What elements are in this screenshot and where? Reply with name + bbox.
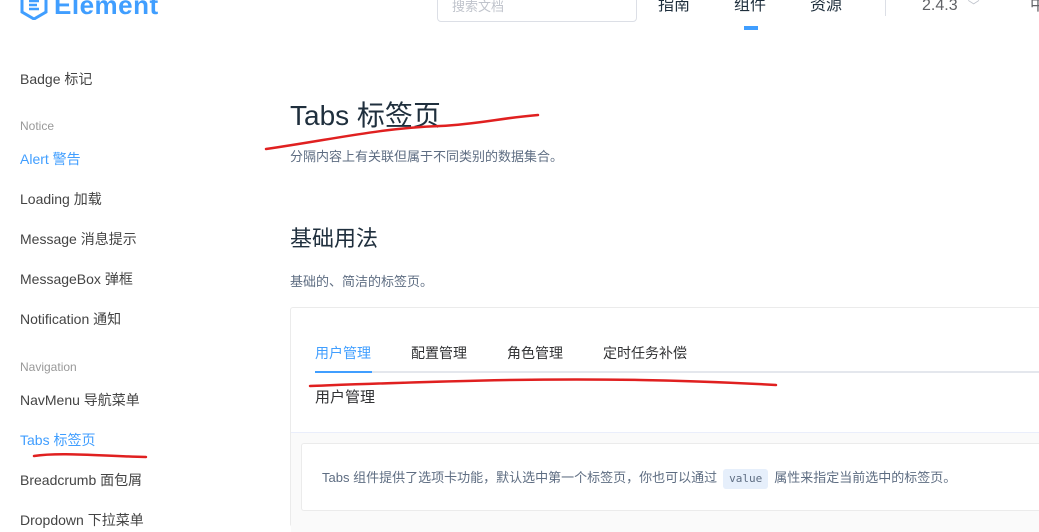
language-switch[interactable]: 中 — [1030, 0, 1039, 18]
tab-config-management[interactable]: 配置管理 — [411, 344, 467, 362]
element-logo-icon — [20, 0, 48, 20]
tip-box: Tabs 组件提供了选项卡功能，默认选中第一个标签页，你也可以通过 value 属性… — [301, 443, 1039, 511]
demo-meta: Tabs 组件提供了选项卡功能，默认选中第一个标签页，你也可以通过 value 属性… — [291, 432, 1039, 532]
sidebar-item-loading[interactable]: Loading 加载 — [20, 189, 102, 209]
sidebar-item-alert[interactable]: Alert 警告 — [20, 149, 81, 169]
tip-code-value: value — [723, 469, 769, 489]
nav-link-resource[interactable]: 资源 — [810, 0, 842, 18]
tab-active-bar — [315, 371, 372, 373]
logo-text: Element — [54, 0, 159, 20]
tab-scheduled-task-compensation[interactable]: 定时任务补偿 — [603, 344, 687, 362]
sidebar-item-messagebox[interactable]: MessageBox 弹框 — [20, 269, 133, 289]
section-description: 基础的、简洁的标签页。 — [290, 274, 434, 289]
top-header: Element 搜索文档 指南 组件 资源 2.4.3 ﹀ 中 — [0, 0, 1039, 32]
sidebar-group-navigation: Navigation — [20, 360, 77, 374]
tabs-bar: 用户管理 配置管理 角色管理 定时任务补偿 — [315, 332, 1039, 373]
demo-block: 用户管理 配置管理 角色管理 定时任务补偿 用户管理 Tabs 组件提供了选项卡… — [290, 307, 1039, 532]
sidebar-item-badge[interactable]: Badge 标记 — [20, 69, 92, 89]
tab-user-management[interactable]: 用户管理 — [315, 344, 371, 362]
sidebar-item-message[interactable]: Message 消息提示 — [20, 229, 137, 249]
sidebar: Badge 标记 Notice Alert 警告 Loading 加载 Mess… — [0, 40, 250, 528]
search-input[interactable]: 搜索文档 — [437, 0, 637, 22]
tip-text: Tabs 组件提供了选项卡功能，默认选中第一个标签页，你也可以通过 value 属性… — [322, 468, 956, 489]
page-description: 分隔内容上有关联但属于不同类别的数据集合。 — [290, 149, 564, 164]
sidebar-group-notice: Notice — [20, 119, 55, 133]
tab-role-management[interactable]: 角色管理 — [507, 344, 563, 362]
version-dropdown[interactable]: 2.4.3 ﹀ — [922, 0, 980, 18]
sidebar-item-tabs[interactable]: Tabs 标签页 — [20, 430, 95, 450]
section-title: 基础用法 — [290, 226, 379, 251]
nav-active-indicator — [744, 26, 758, 30]
sidebar-item-navmenu[interactable]: NavMenu 导航菜单 — [20, 390, 140, 410]
chevron-down-icon: ﹀ — [967, 0, 980, 13]
tip-text-before: Tabs 组件提供了选项卡功能，默认选中第一个标签页，你也可以通过 — [322, 470, 718, 485]
search-placeholder: 搜索文档 — [452, 0, 505, 14]
version-label: 2.4.3 — [922, 0, 958, 14]
nav-divider — [885, 0, 886, 16]
element-logo[interactable]: Element — [20, 0, 159, 20]
page-title: Tabs 标签页 — [290, 100, 441, 131]
sidebar-item-dropdown[interactable]: Dropdown 下拉菜单 — [20, 510, 144, 530]
sidebar-item-breadcrumb[interactable]: Breadcrumb 面包屑 — [20, 470, 142, 490]
nav-link-component[interactable]: 组件 — [734, 0, 766, 18]
tabs-nav-line — [315, 371, 1039, 373]
tab-pane-content: 用户管理 — [315, 389, 376, 406]
tip-text-after: 属性来指定当前选中的标签页。 — [774, 470, 957, 485]
sidebar-item-notification[interactable]: Notification 通知 — [20, 309, 121, 329]
nav-link-guide[interactable]: 指南 — [658, 0, 690, 18]
